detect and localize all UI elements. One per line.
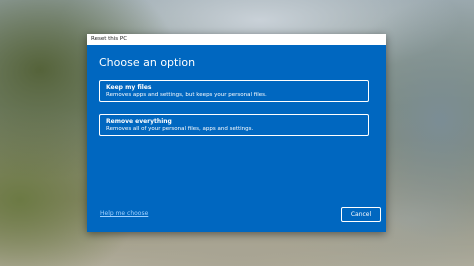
remove-everything-option[interactable]: Remove everything Removes all of your pe… <box>99 114 369 136</box>
keep-my-files-option[interactable]: Keep my files Removes apps and settings,… <box>99 80 369 102</box>
cancel-button[interactable]: Cancel <box>341 207 381 222</box>
option-description: Removes all of your personal files, apps… <box>106 126 254 132</box>
dialog-title-bar: Reset this PC <box>87 34 386 45</box>
option-description: Removes apps and settings, but keeps you… <box>106 92 267 98</box>
option-title: Keep my files <box>106 84 152 91</box>
dialog-title: Reset this PC <box>91 36 128 42</box>
dialog-heading: Choose an option <box>99 56 196 69</box>
reset-this-pc-dialog: Reset this PC Choose an option Keep my f… <box>87 34 386 232</box>
option-title: Remove everything <box>106 118 172 125</box>
help-me-choose-link[interactable]: Help me choose <box>100 210 148 217</box>
